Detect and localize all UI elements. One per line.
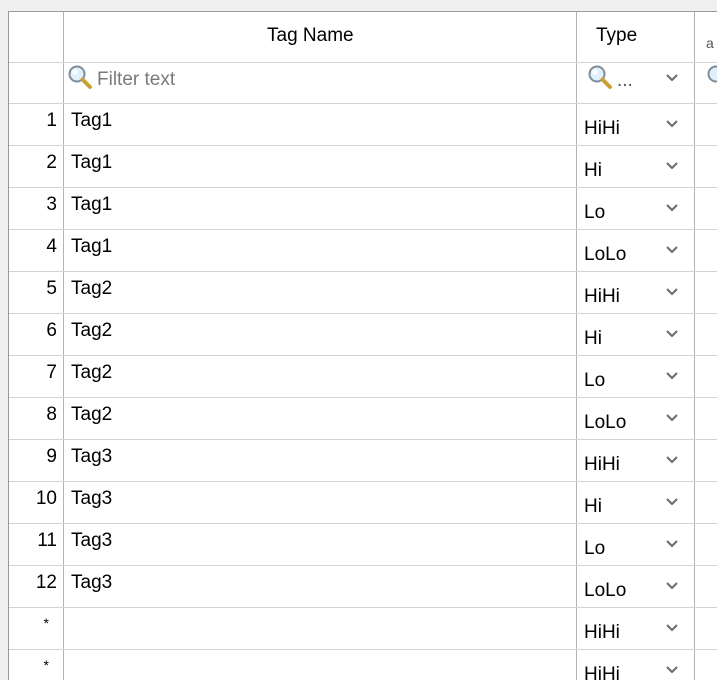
column-header-tag-name[interactable]: Tag Name [267, 25, 354, 47]
type-filter-magnifier-icon[interactable] [587, 64, 613, 90]
type-dropdown-chevron-down-icon[interactable] [660, 320, 684, 348]
row-number[interactable]: 5 [9, 278, 57, 300]
type-dropdown-chevron-down-icon[interactable] [660, 194, 684, 222]
tag-name-cell[interactable]: Tag3 [71, 572, 112, 594]
row-number[interactable]: 12 [9, 572, 57, 594]
type-dropdown-chevron-down-icon[interactable] [660, 236, 684, 264]
tag-name-cell[interactable]: Tag2 [71, 404, 112, 426]
tag-name-cell[interactable]: Tag2 [71, 278, 112, 300]
tag-grid: Tag Name Type Filter text ... [8, 11, 717, 680]
type-cell[interactable]: HiHi [584, 664, 620, 680]
type-cell[interactable]: HiHi [584, 286, 620, 308]
row-number[interactable]: 2 [9, 152, 57, 174]
row-number[interactable]: 6 [9, 320, 57, 342]
type-dropdown-chevron-down-icon[interactable] [660, 152, 684, 180]
row-number[interactable]: * [9, 612, 49, 634]
type-cell[interactable]: Hi [584, 496, 602, 518]
tag-name-filter-input[interactable]: Filter text [97, 69, 175, 91]
type-dropdown-chevron-down-icon[interactable] [660, 530, 684, 558]
type-cell[interactable]: HiHi [584, 454, 620, 476]
type-dropdown-chevron-down-icon[interactable] [660, 488, 684, 516]
row-number[interactable]: 9 [9, 446, 57, 468]
type-cell[interactable]: Hi [584, 328, 602, 350]
tag-name-cell[interactable]: Tag2 [71, 362, 112, 384]
type-dropdown-chevron-down-icon[interactable] [660, 614, 684, 642]
type-dropdown-chevron-down-icon[interactable] [660, 404, 684, 432]
row-number[interactable]: 4 [9, 236, 57, 258]
row-number[interactable]: 3 [9, 194, 57, 216]
row-number[interactable]: 1 [9, 110, 57, 132]
type-cell[interactable]: Hi [584, 160, 602, 182]
tag-name-cell[interactable]: Tag2 [71, 320, 112, 342]
type-dropdown-chevron-down-icon[interactable] [660, 362, 684, 390]
type-dropdown-chevron-down-icon[interactable] [660, 656, 684, 680]
tag-name-cell[interactable]: Tag1 [71, 194, 112, 216]
type-cell[interactable]: Lo [584, 538, 605, 560]
row-number[interactable]: 8 [9, 404, 57, 426]
row-number[interactable]: 7 [9, 362, 57, 384]
type-cell[interactable]: LoLo [584, 580, 626, 602]
tag-name-cell[interactable]: Tag3 [71, 530, 112, 552]
type-cell[interactable]: LoLo [584, 244, 626, 266]
tag-name-filter-magnifier-icon[interactable] [67, 64, 93, 90]
row-number[interactable]: 10 [9, 488, 57, 510]
row-number[interactable]: 11 [9, 530, 57, 552]
type-filter-dropdown-chevron-down-icon[interactable] [660, 64, 684, 92]
type-dropdown-chevron-down-icon[interactable] [660, 446, 684, 474]
clipped-column-edge: a [706, 36, 714, 50]
type-dropdown-chevron-down-icon[interactable] [660, 110, 684, 138]
type-dropdown-chevron-down-icon[interactable] [660, 278, 684, 306]
type-cell[interactable]: HiHi [584, 622, 620, 644]
tag-name-cell[interactable]: Tag1 [71, 152, 112, 174]
next-column-filter-magnifier-icon[interactable] [706, 64, 717, 90]
tag-name-cell[interactable]: Tag3 [71, 446, 112, 468]
type-dropdown-chevron-down-icon[interactable] [660, 572, 684, 600]
type-cell[interactable]: Lo [584, 370, 605, 392]
column-header-type[interactable]: Type [596, 25, 637, 47]
row-number[interactable]: * [9, 654, 49, 676]
tag-name-cell[interactable]: Tag1 [71, 110, 112, 132]
tag-name-cell[interactable]: Tag3 [71, 488, 112, 510]
type-cell[interactable]: LoLo [584, 412, 626, 434]
tag-name-cell[interactable]: Tag1 [71, 236, 112, 258]
type-filter-value[interactable]: ... [617, 70, 633, 92]
type-cell[interactable]: Lo [584, 202, 605, 224]
type-cell[interactable]: HiHi [584, 118, 620, 140]
